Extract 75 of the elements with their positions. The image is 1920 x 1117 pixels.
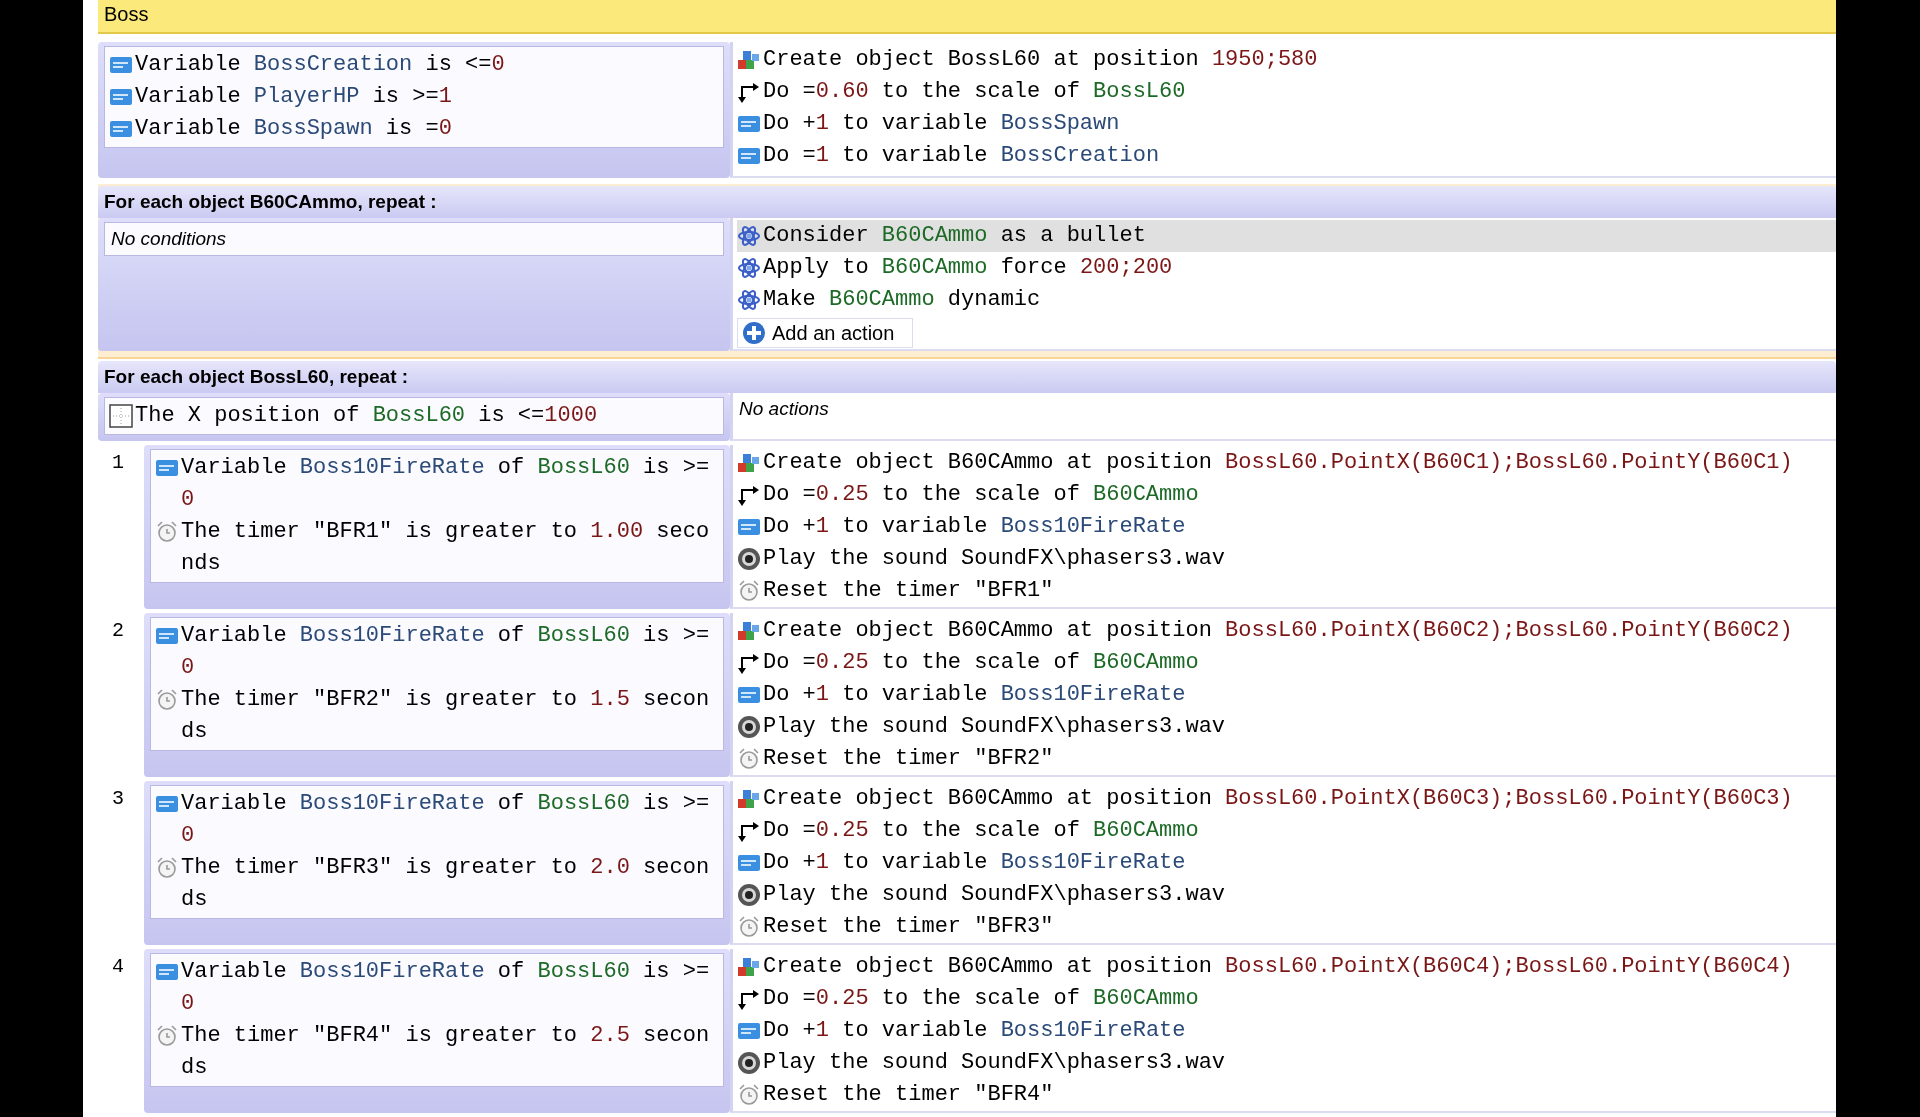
action[interactable]: Consider B60CAmmo as a bullet <box>737 220 1836 252</box>
action[interactable]: Do +1 to variable Boss10FireRate <box>737 679 1836 711</box>
alarm-clock-icon <box>155 856 179 880</box>
blocks-icon <box>737 451 761 475</box>
alarm-clock-icon <box>737 1083 761 1107</box>
action[interactable]: Do +1 to variable BossSpawn <box>737 108 1836 140</box>
no-actions-text: No actions <box>738 397 830 421</box>
action[interactable]: Apply to B60CAmmo force 200;200 <box>737 252 1836 284</box>
add-action-button[interactable]: Add an action <box>737 318 914 348</box>
action[interactable]: Do =1 to variable BossCreation <box>737 140 1836 172</box>
action[interactable]: Create object B60CAmmo at position BossL60.PointX(B60C1);BossL60.PointY(B60C1) <box>737 447 1836 479</box>
condition[interactable]: Variable BossCreation is <=0 <box>109 49 719 81</box>
action[interactable]: Do =0.25 to the scale of B60CAmmo <box>737 815 1836 847</box>
alarm-clock-icon <box>737 915 761 939</box>
action[interactable]: Do =0.25 to the scale of B60CAmmo <box>737 983 1836 1015</box>
speaker-icon <box>737 1051 761 1075</box>
comment-bar[interactable]: Boss <box>98 0 1836 34</box>
condition[interactable]: Variable Boss10FireRate of BossL60 is >= 0 <box>155 956 719 1020</box>
no-conditions-text: No conditions <box>110 227 228 251</box>
speaker-icon <box>737 883 761 907</box>
action[interactable]: Create object B60CAmmo at position BossL60.PointX(B60C4);BossL60.PointY(B60C4) <box>737 951 1836 983</box>
alarm-clock-icon <box>155 520 179 544</box>
action[interactable]: Do +1 to variable Boss10FireRate <box>737 1015 1836 1047</box>
action[interactable]: Reset the timer "BFR2" <box>737 743 1836 775</box>
condition[interactable]: The timer "BFR4" is greater to 2.5 seconds <box>155 1020 719 1084</box>
speaker-icon <box>737 547 761 571</box>
action[interactable]: Create object B60CAmmo at position BossL60.PointX(B60C2);BossL60.PointY(B60C2) <box>737 615 1836 647</box>
subevent-number: 3 <box>111 786 125 810</box>
action[interactable]: Make B60CAmmo dynamic <box>737 284 1836 316</box>
action[interactable]: Reset the timer "BFR3" <box>737 911 1836 943</box>
atom-icon <box>737 288 761 312</box>
action[interactable]: Play the sound SoundFX\phasers3.wav <box>737 879 1836 911</box>
alarm-clock-icon <box>737 747 761 771</box>
corner-arrow-icon <box>737 651 761 675</box>
alarm-clock-icon <box>155 1024 179 1048</box>
corner-arrow-icon <box>737 987 761 1011</box>
blocks-icon <box>737 955 761 979</box>
action[interactable]: Create object BossL60 at position 1950;580 <box>737 44 1836 76</box>
action[interactable]: Play the sound SoundFX\phasers3.wav <box>737 1047 1836 1079</box>
blocks-icon <box>737 48 761 72</box>
subevent-number: 2 <box>111 618 125 642</box>
action[interactable]: Reset the timer "BFR4" <box>737 1079 1836 1111</box>
condition[interactable]: The timer "BFR3" is greater to 2.0 seconds <box>155 852 719 916</box>
action[interactable]: Do +1 to variable Boss10FireRate <box>737 511 1836 543</box>
condition[interactable]: Variable PlayerHP is >=1 <box>109 81 719 113</box>
subevent-number: 1 <box>111 450 125 474</box>
action[interactable]: Play the sound SoundFX\phasers3.wav <box>737 543 1836 575</box>
atom-icon <box>737 256 761 280</box>
condition[interactable]: Variable Boss10FireRate of BossL60 is >= 0 <box>155 620 719 684</box>
action[interactable]: Do =0.60 to the scale of BossL60 <box>737 76 1836 108</box>
add-icon <box>742 321 766 345</box>
corner-arrow-icon <box>737 483 761 507</box>
condition[interactable]: Variable BossSpawn is =0 <box>109 113 719 145</box>
action[interactable]: Play the sound SoundFX\phasers3.wav <box>737 711 1836 743</box>
alarm-clock-icon <box>737 579 761 603</box>
repeat-header[interactable]: For each object B60CAmmo, repeat : <box>98 186 1836 218</box>
alarm-clock-icon <box>155 688 179 712</box>
condition[interactable]: The timer "BFR2" is greater to 1.5 seconds <box>155 684 719 748</box>
condition[interactable]: The timer "BFR1" is greater to 1.00 seconds <box>155 516 719 580</box>
action[interactable]: Do =0.25 to the scale of B60CAmmo <box>737 479 1836 511</box>
corner-arrow-icon <box>737 819 761 843</box>
subevent-number: 4 <box>111 954 125 978</box>
blocks-icon <box>737 787 761 811</box>
condition[interactable]: Variable Boss10FireRate of BossL60 is >= 0 <box>155 452 719 516</box>
action[interactable]: Reset the timer "BFR1" <box>737 575 1836 607</box>
repeat-header[interactable]: For each object BossL60, repeat : <box>98 361 1836 393</box>
action[interactable]: Do =0.25 to the scale of B60CAmmo <box>737 647 1836 679</box>
crosshair-square-icon <box>109 404 133 428</box>
corner-arrow-icon <box>737 80 761 104</box>
action[interactable]: Create object B60CAmmo at position BossL60.PointX(B60C3);BossL60.PointY(B60C3) <box>737 783 1836 815</box>
action[interactable]: Do +1 to variable Boss10FireRate <box>737 847 1836 879</box>
speaker-icon <box>737 715 761 739</box>
condition[interactable]: Variable Boss10FireRate of BossL60 is >= 0 <box>155 788 719 852</box>
blocks-icon <box>737 619 761 643</box>
atom-icon <box>737 224 761 248</box>
